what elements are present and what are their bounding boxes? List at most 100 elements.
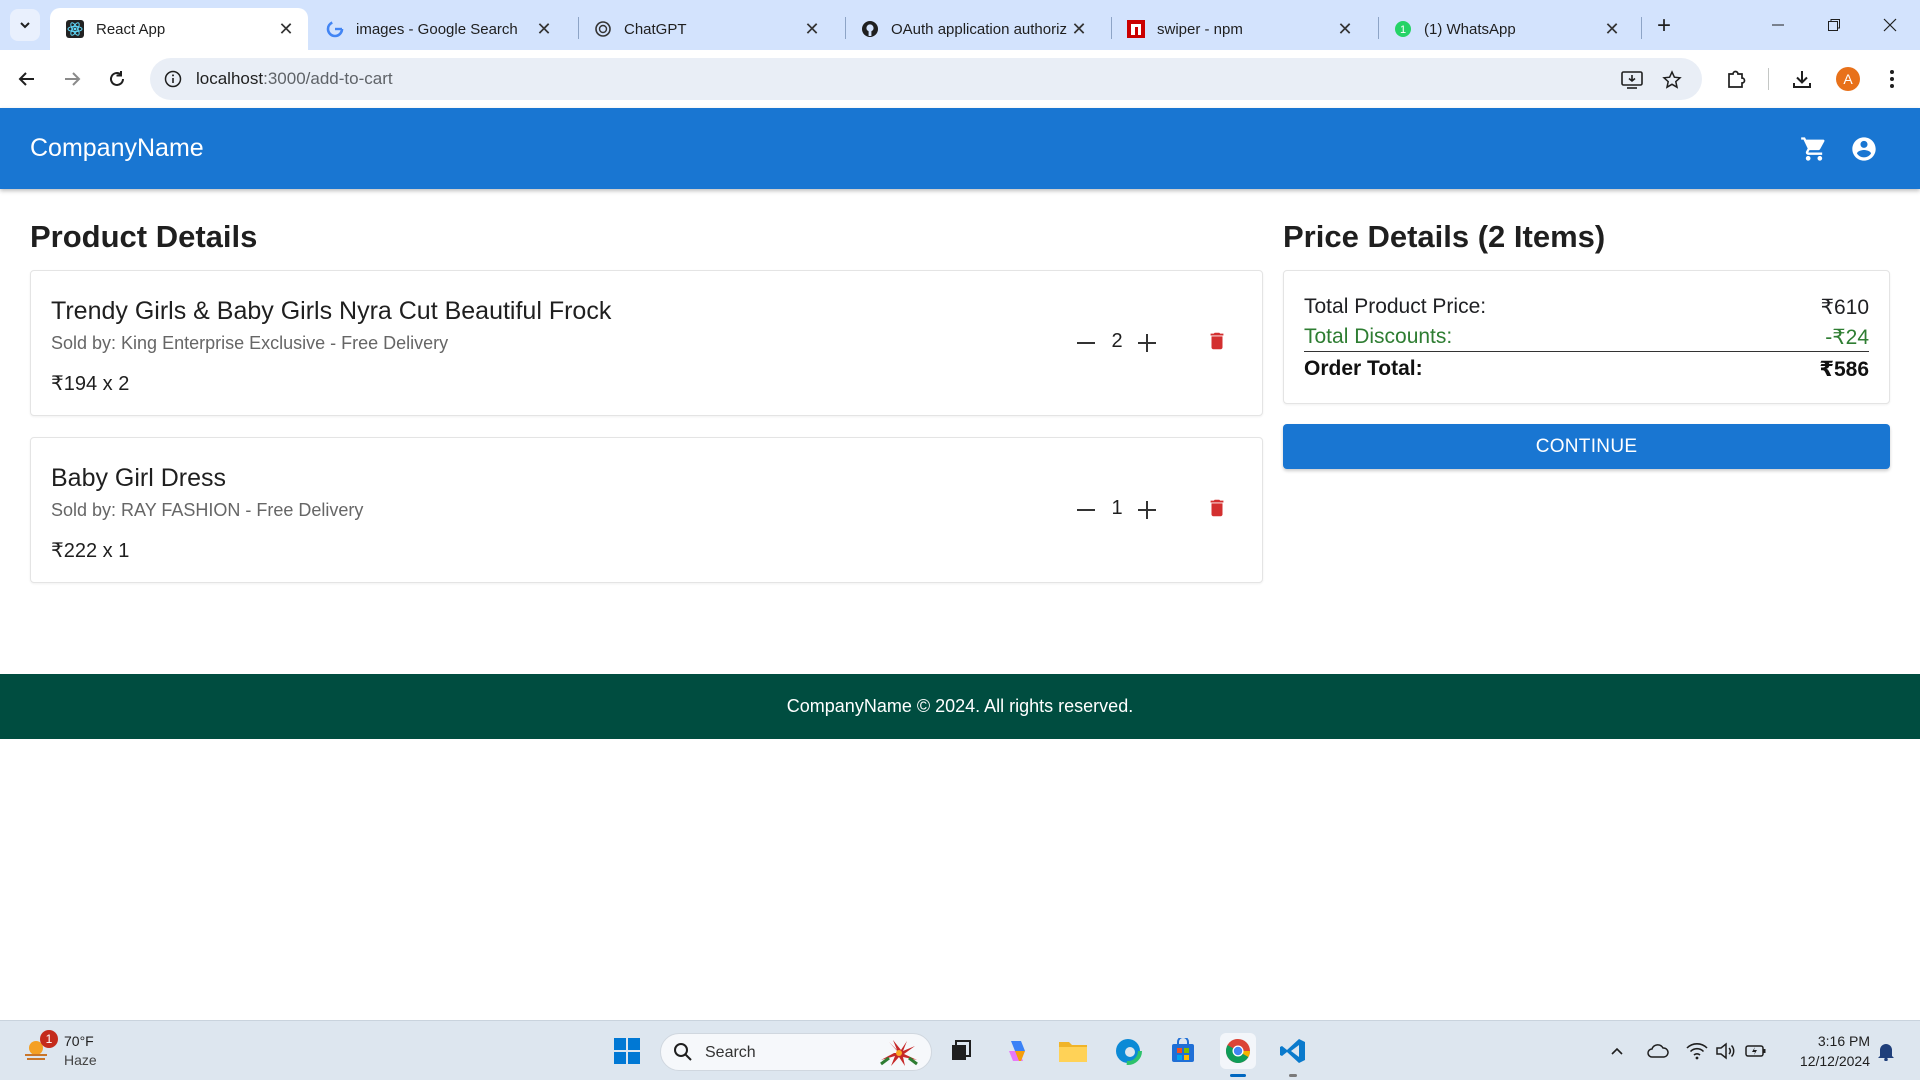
- close-icon[interactable]: ✕: [802, 19, 822, 39]
- cloud-icon: [1647, 1044, 1669, 1058]
- browser-toolbar: localhost:3000/add-to-cart A: [0, 50, 1920, 108]
- tab-google-search[interactable]: images - Google Search ✕: [310, 8, 566, 50]
- price-label: Order Total:: [1304, 357, 1423, 380]
- npm-icon: [1127, 20, 1145, 38]
- chrome-menu-button[interactable]: [1877, 64, 1907, 94]
- decrease-quantity-button[interactable]: [1071, 328, 1101, 358]
- vscode-icon: [1280, 1039, 1305, 1063]
- price-label: Total Product Price:: [1304, 295, 1487, 318]
- cart-icon: [1801, 137, 1825, 161]
- site-info-icon[interactable]: [162, 68, 184, 90]
- restore-icon: [1828, 19, 1840, 31]
- back-button[interactable]: [12, 64, 42, 94]
- close-icon: [1883, 18, 1897, 32]
- restore-button[interactable]: [1806, 0, 1862, 50]
- footer-text: CompanyName © 2024. All rights reserved.: [786, 696, 1134, 716]
- delete-item-button[interactable]: [1202, 326, 1232, 356]
- volume-button[interactable]: [1714, 1039, 1738, 1063]
- show-hidden-icons-button[interactable]: [1605, 1039, 1629, 1063]
- tab-react-app[interactable]: React App ✕: [50, 8, 308, 50]
- clock-date: 12/12/2024: [1799, 1053, 1870, 1069]
- cart-button[interactable]: [1798, 133, 1830, 165]
- minimize-button[interactable]: [1750, 0, 1806, 50]
- app-header: CompanyName: [0, 108, 1920, 189]
- close-icon[interactable]: ✕: [1602, 19, 1622, 39]
- tab-oauth-github[interactable]: OAuth application authoriz ✕: [845, 8, 1101, 50]
- close-window-button[interactable]: [1862, 0, 1918, 50]
- continue-button[interactable]: CONTINUE: [1283, 424, 1890, 469]
- new-tab-button[interactable]: +: [1650, 12, 1678, 40]
- chrome-taskbar-button[interactable]: [1220, 1033, 1256, 1077]
- vscode-button[interactable]: [1275, 1033, 1311, 1077]
- tab-swiper-npm[interactable]: swiper - npm ✕: [1111, 8, 1367, 50]
- notifications-button[interactable]: [1874, 1039, 1898, 1063]
- product-name: Baby Girl Dress: [51, 464, 227, 492]
- microsoft-store-button[interactable]: [1165, 1033, 1201, 1069]
- url-text[interactable]: localhost:3000/add-to-cart: [196, 69, 393, 89]
- edge-button[interactable]: [1110, 1033, 1146, 1069]
- order-total-row: Order Total: ₹586: [1304, 357, 1869, 382]
- product-seller: Sold by: RAY FASHION - Free Delivery: [51, 500, 364, 520]
- decrease-quantity-button[interactable]: [1071, 495, 1101, 525]
- minus-icon: [1077, 342, 1095, 344]
- avatar: A: [1836, 67, 1860, 91]
- reload-icon: [110, 71, 124, 86]
- close-icon[interactable]: ✕: [1335, 19, 1355, 39]
- downloads-button[interactable]: [1787, 64, 1817, 94]
- install-app-icon[interactable]: [1620, 68, 1644, 92]
- tab-title: OAuth application authoriz: [891, 20, 1067, 38]
- account-button[interactable]: [1848, 133, 1880, 165]
- chatgpt-icon: [594, 20, 612, 38]
- reload-button[interactable]: [102, 64, 132, 94]
- product-name: Trendy Girls & Baby Girls Nyra Cut Beaut…: [51, 297, 612, 325]
- product-seller: Sold by: King Enterprise Exclusive - Fre…: [51, 333, 449, 353]
- google-icon: [326, 20, 344, 38]
- chevron-up-icon: [1611, 1047, 1623, 1055]
- react-icon: [66, 20, 84, 38]
- bell-icon: [1878, 1044, 1894, 1061]
- increase-quantity-button[interactable]: [1132, 328, 1162, 358]
- address-bar[interactable]: localhost:3000/add-to-cart: [150, 58, 1702, 100]
- start-button[interactable]: [609, 1033, 645, 1069]
- price-summary-card: Total Product Price: ₹610 Total Discount…: [1283, 270, 1890, 404]
- whatsapp-icon: 1: [1394, 20, 1412, 38]
- forward-button[interactable]: [57, 64, 87, 94]
- url-path: :3000/add-to-cart: [263, 69, 393, 88]
- windows-logo-icon: [614, 1038, 640, 1064]
- tab-whatsapp[interactable]: 1 (1) WhatsApp ✕: [1378, 8, 1634, 50]
- tab-chatgpt[interactable]: ChatGPT ✕: [578, 8, 834, 50]
- toolbar-divider: [1768, 68, 1769, 90]
- close-icon[interactable]: ✕: [1069, 19, 1089, 39]
- product-price: ₹222 x 1: [51, 540, 130, 562]
- task-view-button[interactable]: [943, 1033, 979, 1069]
- tab-search-button[interactable]: [10, 9, 40, 41]
- copilot-button[interactable]: [999, 1033, 1035, 1069]
- brand-name[interactable]: CompanyName: [30, 134, 204, 163]
- price-value: -₹24: [1825, 326, 1869, 349]
- folder-icon: [1059, 1042, 1087, 1062]
- weather-widget[interactable]: 1 70°F Haze: [22, 1030, 132, 1072]
- onedrive-button[interactable]: [1646, 1039, 1670, 1063]
- file-explorer-button[interactable]: [1055, 1033, 1091, 1069]
- wifi-button[interactable]: [1685, 1039, 1709, 1063]
- trash-icon: [1210, 332, 1224, 350]
- site-footer: CompanyName © 2024. All rights reserved.: [0, 674, 1920, 739]
- battery-charging-icon: [1745, 1045, 1766, 1057]
- system-clock[interactable]: 3:16 PM 12/12/2024: [1784, 1031, 1870, 1071]
- product-price: ₹194 x 2: [51, 373, 130, 395]
- battery-button[interactable]: [1744, 1039, 1768, 1063]
- browser-tab-bar: React App ✕ images - Google Search ✕ Cha…: [0, 0, 1920, 50]
- bookmark-star-icon[interactable]: [1660, 68, 1684, 92]
- profile-button[interactable]: A: [1833, 64, 1863, 94]
- product-details-title: Product Details: [30, 219, 258, 254]
- extensions-button[interactable]: [1721, 64, 1751, 94]
- chevron-down-icon: [20, 22, 30, 29]
- close-icon[interactable]: ✕: [534, 19, 554, 39]
- close-icon[interactable]: ✕: [276, 19, 296, 39]
- delete-item-button[interactable]: [1202, 493, 1232, 523]
- increase-quantity-button[interactable]: [1132, 495, 1162, 525]
- taskbar-search[interactable]: Search: [660, 1033, 932, 1071]
- quantity-value: 2: [1111, 330, 1123, 352]
- tab-title: ChatGPT: [624, 20, 687, 38]
- running-app-indicator: [1289, 1074, 1297, 1077]
